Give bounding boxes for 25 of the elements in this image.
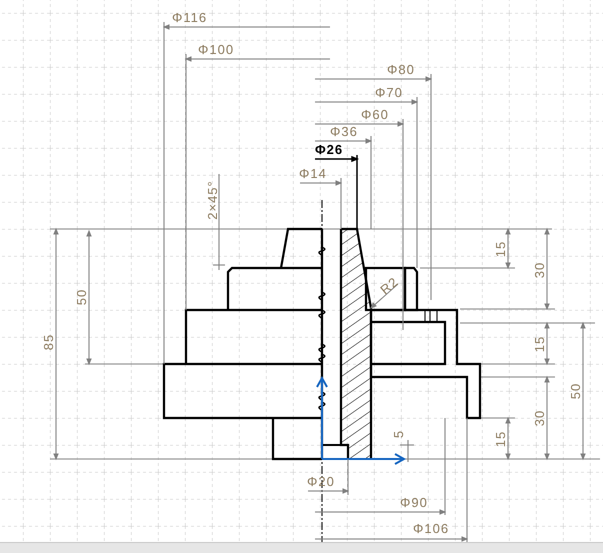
dimension-label: 5 — [391, 430, 406, 438]
dimension-label: Φ106 — [413, 521, 450, 536]
dimension-label: 2×45° — [205, 180, 220, 220]
dimension-label: 15 — [493, 430, 508, 448]
dimension-label: 30 — [532, 262, 547, 278]
dimension-label: Φ36 — [330, 124, 358, 139]
dimension-label: Φ90 — [400, 495, 428, 510]
dimension-label: 30 — [532, 410, 547, 426]
dimension-label: 85 — [41, 334, 56, 350]
dimension-label: Φ116 — [172, 10, 208, 25]
dimension-label: Φ14 — [299, 166, 327, 181]
dimension-label: 15 — [493, 240, 508, 258]
dimension-label: Φ60 — [361, 107, 389, 122]
dimension-label: 50 — [568, 382, 583, 400]
dimension-label: 15 — [532, 336, 547, 352]
dimension-line[interactable] — [308, 458, 350, 496]
dimension-label: Φ20 — [307, 474, 335, 489]
dimension-label: Φ80 — [387, 62, 415, 77]
dimension-label: R2 — [377, 274, 402, 298]
dimension-label: 50 — [74, 288, 89, 306]
dimension-label: Φ26 — [315, 142, 344, 157]
scrollbar-track[interactable] — [0, 542, 603, 553]
dimension-label: Φ70 — [375, 85, 403, 100]
dimension-line[interactable] — [300, 178, 342, 230]
dimension-label: Φ100 — [198, 42, 234, 57]
